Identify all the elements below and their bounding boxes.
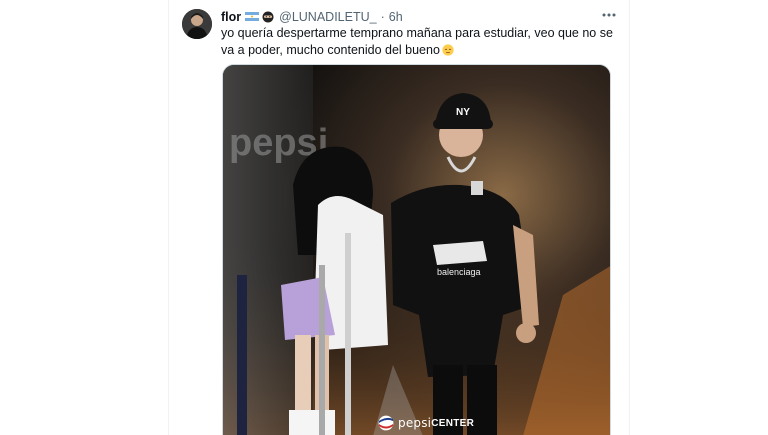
pepsi-logo-icon <box>378 415 394 431</box>
watermark-center-text: CENTER <box>431 417 475 429</box>
page: flor @LUNADILETU_ · 6h yo quería despert… <box>0 0 768 435</box>
tweet-timestamp[interactable]: 6h <box>389 10 403 24</box>
svg-text:balenciaga: balenciaga <box>437 267 481 277</box>
ninja-icon <box>262 11 274 22</box>
tweet-text: yo quería despertarme temprano mañana pa… <box>221 25 621 58</box>
avatar[interactable] <box>182 9 212 39</box>
user-handle[interactable]: @LUNADILETU_ <box>279 10 376 24</box>
relieved-face-emoji-icon <box>442 43 454 56</box>
svg-text:NY: NY <box>456 107 470 118</box>
separator-dot: · <box>380 9 385 24</box>
tweet-media-photo[interactable]: pepsi NY balenciaga <box>222 64 611 435</box>
watermark-pepsi-text: pepsi <box>398 416 432 430</box>
argentina-flag-icon <box>245 12 260 21</box>
more-options-icon[interactable] <box>600 8 618 22</box>
pepsi-center-watermark: pepsi CENTER <box>378 414 474 432</box>
display-name[interactable]: flor <box>221 10 241 24</box>
concert-photo: pepsi NY balenciaga <box>223 65 610 435</box>
avatar-image <box>182 9 212 39</box>
tweet-text-content: yo quería despertarme temprano mañana pa… <box>221 26 613 57</box>
tweet-header: flor @LUNADILETU_ · 6h <box>221 8 403 25</box>
